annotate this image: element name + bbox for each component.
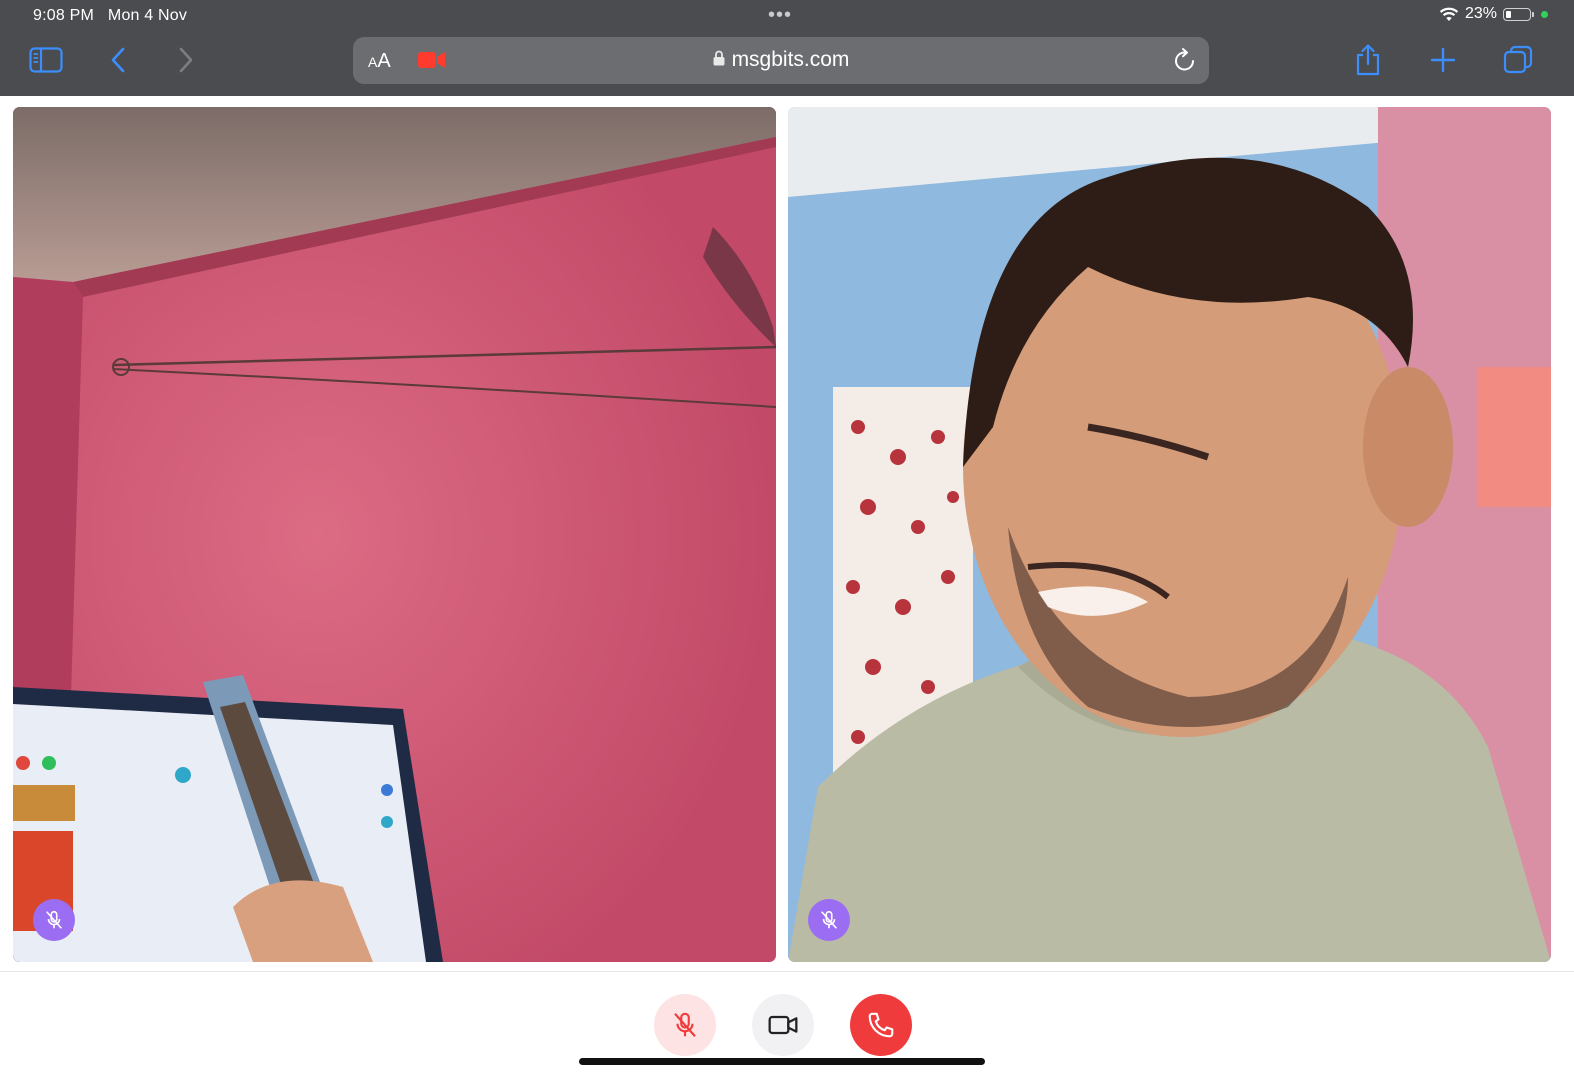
- toggle-camera-button[interactable]: [752, 994, 814, 1056]
- battery-percent: 23%: [1464, 5, 1497, 22]
- back-button[interactable]: [98, 40, 138, 80]
- participant-1-muted-indicator: [33, 899, 75, 941]
- browser-chrome: 9:08 PM Mon 4 Nov ••• 23% AA msgbits.com: [0, 0, 1574, 96]
- participant-video-1[interactable]: [13, 107, 776, 962]
- sidebar-button[interactable]: [26, 40, 66, 80]
- forward-button[interactable]: [166, 40, 206, 80]
- share-button[interactable]: [1348, 40, 1388, 80]
- status-indicators: 23%: [1439, 5, 1548, 23]
- participant-video-2[interactable]: [788, 107, 1551, 962]
- mic-off-icon: [821, 910, 837, 929]
- tabs-overview-button[interactable]: [1498, 40, 1538, 80]
- multitasking-dots-icon[interactable]: •••: [768, 4, 792, 27]
- battery-icon: [1503, 7, 1534, 21]
- forward-icon: [179, 47, 193, 73]
- video-feed-person: [788, 107, 1551, 962]
- end-call-button[interactable]: [850, 994, 912, 1056]
- toggle-mic-button[interactable]: [654, 994, 716, 1056]
- lock-icon: [713, 51, 725, 66]
- home-indicator[interactable]: [579, 1058, 985, 1065]
- controls-divider: [0, 971, 1574, 972]
- mic-off-icon: [46, 910, 62, 929]
- new-tab-icon: [1430, 47, 1456, 73]
- sidebar-icon: [29, 47, 63, 73]
- tabs-icon: [1503, 45, 1533, 74]
- wifi-icon: [1439, 7, 1459, 21]
- url-text-wrap: msgbits.com: [353, 48, 1209, 72]
- mic-off-icon: [674, 1012, 696, 1037]
- video-camera-icon: [768, 1015, 798, 1035]
- camera-in-use-dot: [1541, 10, 1548, 18]
- reload-icon[interactable]: [1173, 47, 1197, 73]
- address-bar[interactable]: AA msgbits.com: [353, 37, 1209, 84]
- battery-level: [1506, 10, 1511, 18]
- video-feed-room-wall: [13, 107, 776, 962]
- url-text: msgbits.com: [731, 48, 850, 71]
- share-icon: [1356, 44, 1380, 76]
- participant-2-muted-indicator: [808, 899, 850, 941]
- new-tab-button[interactable]: [1423, 40, 1463, 80]
- back-icon: [111, 47, 125, 73]
- phone-hangup-icon: [868, 1012, 894, 1038]
- status-time-date: 9:08 PM Mon 4 Nov: [33, 7, 188, 24]
